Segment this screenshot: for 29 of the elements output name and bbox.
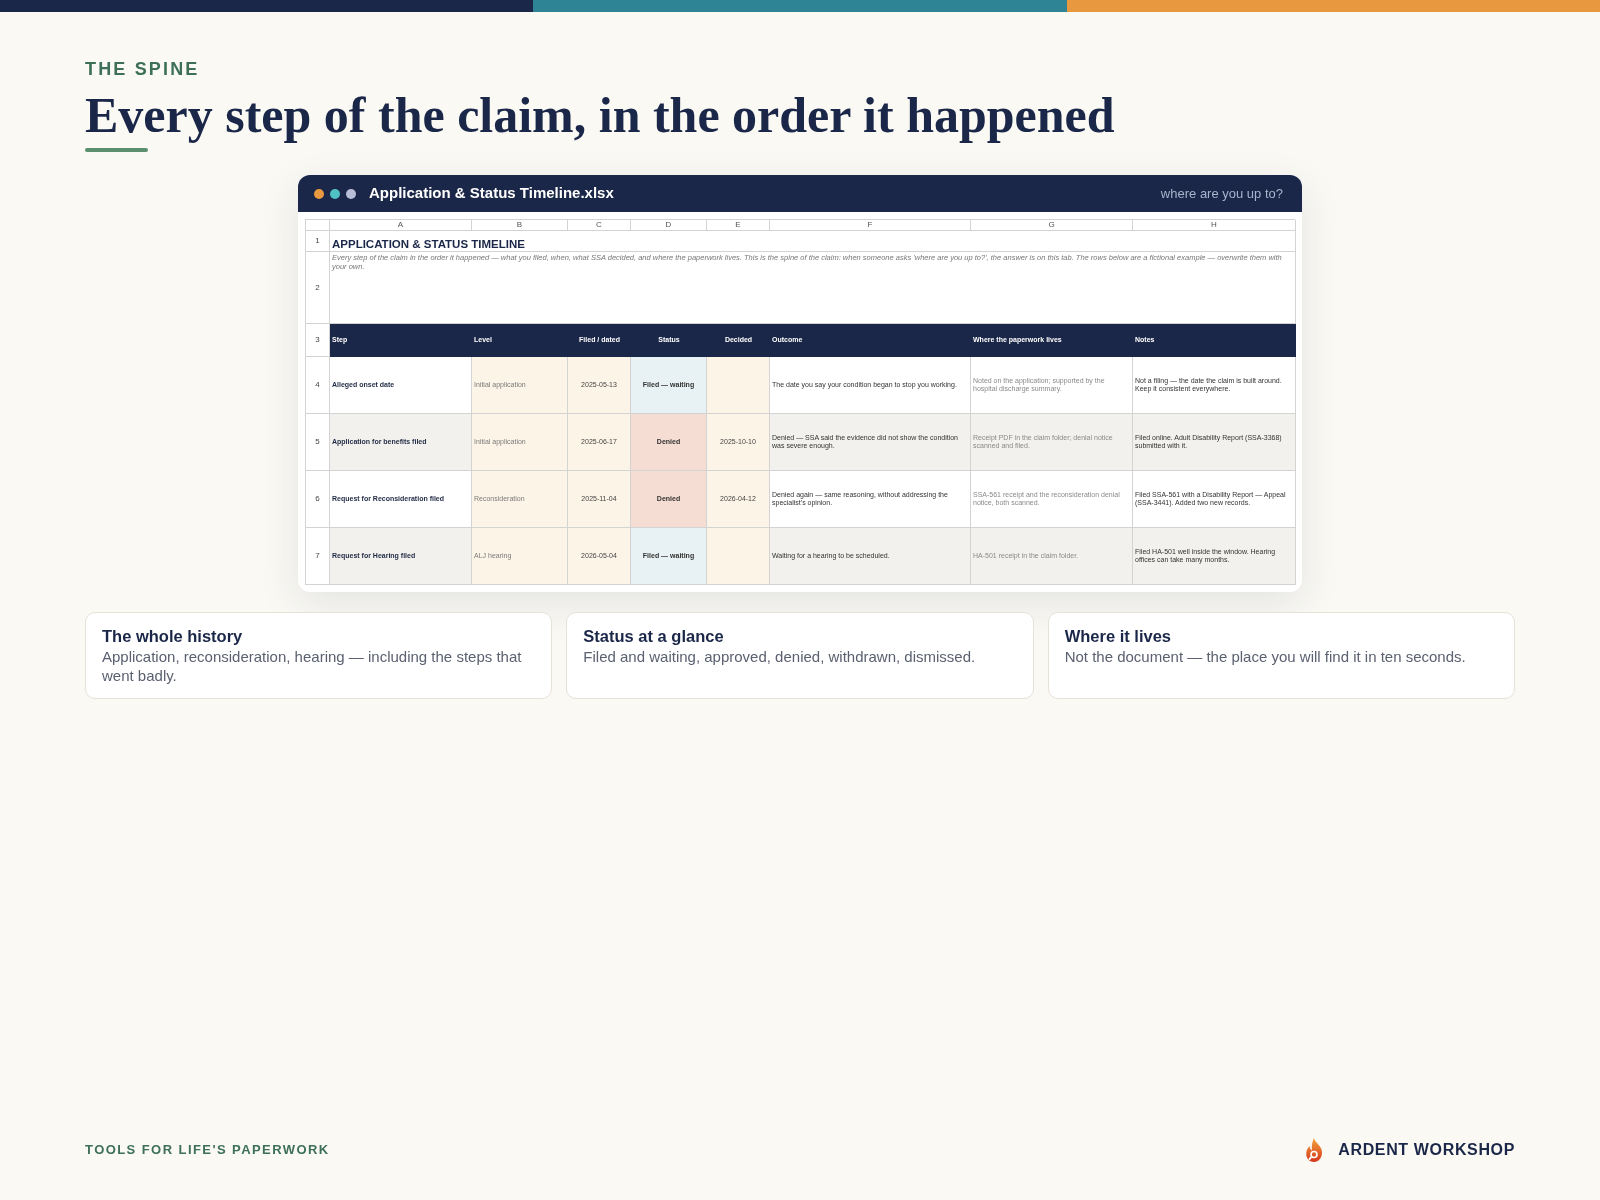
page-heading: Every step of the claim, in the order it happened bbox=[85, 86, 1115, 145]
card-text: Not the document — the place you will find it in ten seconds. bbox=[1064, 647, 1467, 666]
column-letter: A bbox=[330, 220, 472, 231]
card-title: The whole history bbox=[102, 626, 244, 647]
window-caption: where are you up to? bbox=[1160, 184, 1283, 203]
card-title: Where it lives bbox=[1064, 626, 1173, 647]
flame-icon bbox=[1304, 1138, 1325, 1162]
column-letter: E bbox=[707, 220, 770, 231]
column-letter: H bbox=[1133, 220, 1296, 231]
card-title: Status at a glance bbox=[583, 626, 725, 647]
column-letter: D bbox=[631, 220, 707, 231]
column-letter: F bbox=[770, 220, 971, 231]
window-title: Application & Status Timeline.xlsx bbox=[369, 183, 614, 204]
row-number: 3 bbox=[306, 324, 330, 357]
column-letter: B bbox=[472, 220, 568, 231]
row-number: 7 bbox=[306, 528, 330, 585]
row-number: 2 bbox=[306, 252, 330, 324]
brand-name: ARDENT WORKSHOP bbox=[1338, 1140, 1515, 1160]
card-text: Filed and waiting, approved, denied, withdrawn, dismissed. bbox=[583, 647, 977, 666]
row-number: 6 bbox=[306, 471, 330, 528]
section-eyebrow: THE SPINE bbox=[85, 58, 200, 81]
column-letter: C bbox=[568, 220, 631, 231]
row-number: 1 bbox=[306, 231, 330, 252]
row-number: 4 bbox=[306, 357, 330, 414]
column-letter: G bbox=[971, 220, 1133, 231]
footer-tagline: TOOLS FOR LIFE'S PAPERWORK bbox=[85, 1141, 330, 1160]
row-number: 5 bbox=[306, 414, 330, 471]
card-text: Application, reconsideration, hearing — including the steps that went badly. bbox=[102, 647, 523, 685]
sheet-title: APPLICATION & STATUS TIMELINE bbox=[330, 231, 1296, 252]
